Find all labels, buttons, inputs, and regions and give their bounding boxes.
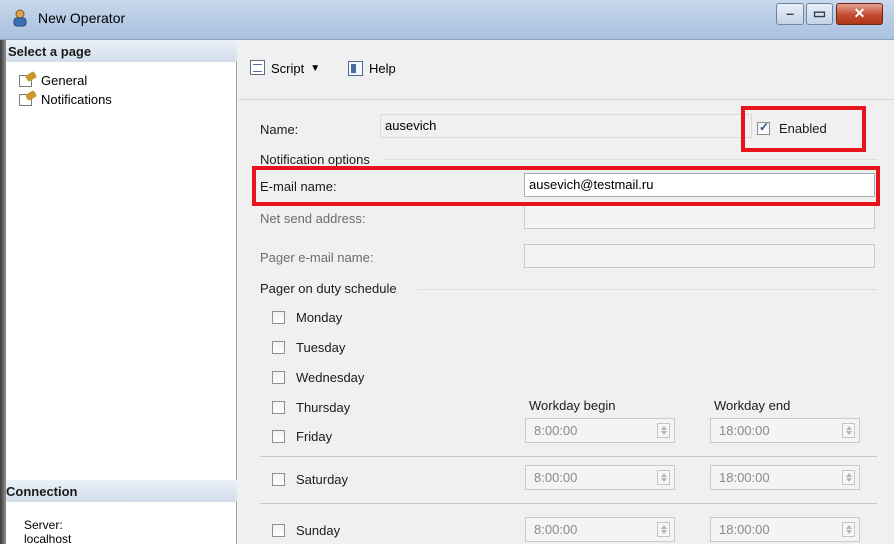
spin-arrows-icon[interactable] [842,423,855,438]
row-separator [260,456,877,457]
saturday-end-time[interactable]: 18:00:00 [710,465,860,490]
script-label: Script [271,60,305,76]
day-label: Wednesday [296,370,365,385]
script-icon [249,59,268,77]
help-button[interactable]: Help [348,58,396,78]
weekday-end-time[interactable]: 18:00:00 [710,418,860,443]
spin-arrows-icon[interactable] [657,423,670,438]
nav-item-label: Notifications [41,91,112,107]
connection-header: Connection [6,480,237,502]
dropdown-arrow-icon[interactable]: ▼ [310,63,320,74]
script-button[interactable]: Script ▼ [249,58,320,78]
net-send-field[interactable] [524,205,875,229]
net-send-label: Net send address: [260,211,366,226]
time-value: 18:00:00 [719,423,770,438]
day-label: Saturday [296,472,349,487]
notification-options-heading: Notification options [260,152,370,167]
server-label: Server: [24,518,63,532]
spin-arrows-icon[interactable] [842,470,855,485]
spin-arrows-icon[interactable] [657,522,670,537]
workday-begin-label: Workday begin [529,398,616,413]
pager-email-field[interactable] [524,244,875,268]
spin-arrows-icon[interactable] [842,522,855,537]
day-label: Tuesday [296,340,346,355]
sunday-begin-time[interactable]: 8:00:00 [525,517,675,542]
day-label: Sunday [296,523,341,538]
time-value: 18:00:00 [719,522,770,537]
thursday-checkbox[interactable] [272,401,285,414]
pager-email-label: Pager e-mail name: [260,250,374,265]
spin-arrows-icon[interactable] [657,470,670,485]
maximize-button[interactable]: ▭ [806,3,833,25]
time-value: 8:00:00 [534,470,578,485]
time-value: 8:00:00 [534,522,578,537]
tuesday-checkbox[interactable] [272,341,285,354]
saturday-checkbox[interactable] [272,473,285,486]
minimize-icon: – [786,5,794,21]
nav-item-notifications[interactable]: Notifications [19,89,112,108]
help-label: Help [369,60,396,76]
group-divider [418,289,877,290]
nav-item-label: General [41,72,88,88]
close-button[interactable]: ✕ [836,3,883,25]
nav-item-general[interactable]: General [19,70,88,89]
new-operator-window: New Operator – ▭ ✕ Select a page General… [0,0,894,544]
title-bar: New Operator – ▭ ✕ [0,0,894,40]
server-value: localhost [24,532,72,544]
sunday-end-time[interactable]: 18:00:00 [710,517,860,542]
select-page-header: Select a page [6,40,237,62]
pager-schedule-heading: Pager on duty schedule [260,281,397,296]
email-label: E-mail name: [260,179,337,194]
day-label: Thursday [296,400,351,415]
wednesday-checkbox[interactable] [272,371,285,384]
panel-edge [0,40,6,544]
friday-checkbox[interactable] [272,430,285,443]
toolbar: Script ▼ Help [238,40,894,100]
help-icon [348,60,365,77]
email-field[interactable]: ausevich@testmail.ru [524,173,875,197]
operator-icon [13,9,27,27]
time-value: 18:00:00 [719,470,770,485]
row-separator [260,503,877,504]
group-divider [385,159,877,160]
workday-end-label: Workday end [714,398,791,413]
page-wrench-icon [19,89,38,107]
day-label: Monday [296,310,343,325]
name-label: Name: [260,122,299,137]
name-field[interactable]: ausevich [380,114,752,138]
day-label: Friday [296,429,333,444]
window-title: New Operator [38,10,126,26]
close-icon: ✕ [853,5,866,21]
monday-checkbox[interactable] [272,311,285,324]
sunday-checkbox[interactable] [272,524,285,537]
left-panel: Select a page General Notifications Conn… [0,40,237,544]
saturday-begin-time[interactable]: 8:00:00 [525,465,675,490]
notification-form: Name: ausevich Enabled Notification opti… [238,101,894,544]
time-value: 8:00:00 [534,423,578,438]
weekday-begin-time[interactable]: 8:00:00 [525,418,675,443]
enabled-checkbox[interactable] [757,120,770,135]
page-wrench-icon [19,70,38,88]
maximize-icon: ▭ [812,5,827,21]
minimize-button[interactable]: – [776,3,804,25]
enabled-label: Enabled [779,121,827,136]
